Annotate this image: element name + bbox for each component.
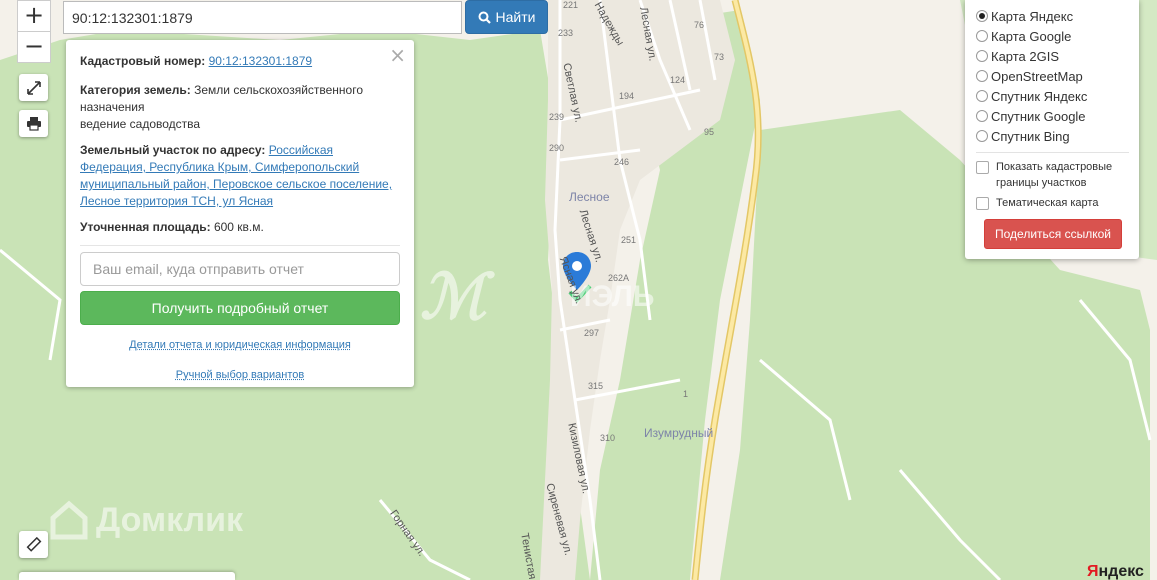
thematic-label: Тематическая карта (996, 195, 1098, 211)
close-icon[interactable]: × (389, 43, 406, 67)
yandex-logo-first: Я (1087, 563, 1099, 580)
thematic-map-checkbox[interactable]: Тематическая карта (976, 195, 1129, 211)
show-borders-label: Показать кадастровые границы участков (996, 159, 1129, 191)
bottom-bar-stub (19, 572, 235, 580)
layer-option[interactable]: Карта Google (976, 26, 1129, 46)
area-label: Уточненная площадь: (80, 220, 211, 234)
svg-text:ℳ: ℳ (420, 263, 495, 332)
parcel-info-panel: × Кадастровый номер: 90:12:132301:1879 К… (66, 40, 414, 387)
place-label-lesnoe: Лесное (569, 190, 610, 204)
radio-icon (976, 10, 988, 22)
house-number: 262А (608, 273, 629, 283)
search-button[interactable]: Найти (465, 0, 548, 34)
house-number: 76 (694, 20, 704, 30)
radio-icon (976, 130, 988, 142)
radio-icon (976, 90, 988, 102)
layer-option-label: Карта 2GIS (991, 49, 1059, 64)
cadastral-row: Кадастровый номер: 90:12:132301:1879 (80, 53, 400, 70)
print-button[interactable] (19, 110, 48, 137)
search-input[interactable]: 90:12:132301:1879 (63, 1, 462, 34)
expand-icon (27, 81, 41, 95)
zoom-in-button[interactable]: + (17, 0, 51, 32)
checkbox-icon (976, 161, 989, 174)
house-number: 310 (600, 433, 615, 443)
house-number: 233 (558, 28, 573, 38)
layer-option-label: Карта Google (991, 29, 1071, 44)
share-link-button[interactable]: Поделиться ссылкой (984, 219, 1122, 249)
house-logo-icon (50, 500, 88, 540)
address-label: Земельный участок по адресу: (80, 143, 265, 157)
cadastral-link[interactable]: 90:12:132301:1879 (209, 54, 312, 68)
house-number: 221 (563, 0, 578, 10)
radio-icon (976, 50, 988, 62)
printer-icon (26, 116, 42, 131)
fullscreen-button[interactable] (19, 74, 48, 101)
category-use: ведение садоводства (80, 117, 200, 131)
show-borders-checkbox[interactable]: Показать кадастровые границы участков (976, 159, 1129, 191)
ruler-button[interactable] (19, 531, 48, 558)
category-row: Категория земель: Земли сельскохозяйстве… (80, 82, 400, 133)
house-number: 239 (549, 112, 564, 122)
search-input-value: 90:12:132301:1879 (72, 10, 193, 26)
place-label-izumrudny: Изумрудный (644, 426, 713, 440)
search-icon (478, 11, 491, 24)
yandex-logo[interactable]: Яндекс (1087, 563, 1144, 580)
category-label: Категория земель: (80, 83, 191, 97)
area-value: 600 кв.м. (214, 220, 264, 234)
address-row: Земельный участок по адресу: Российская … (80, 142, 400, 210)
manual-select-link[interactable]: Ручной выбор вариантов (176, 369, 304, 381)
layer-option-label: Спутник Google (991, 109, 1086, 124)
cadastral-label: Кадастровый номер: (80, 54, 205, 68)
checkbox-icon (976, 197, 989, 210)
house-number: 290 (549, 143, 564, 153)
email-placeholder: Ваш email, куда отправить отчет (93, 261, 304, 277)
layer-option[interactable]: OpenStreetMap (976, 66, 1129, 86)
house-number: 1 (683, 389, 688, 399)
layer-switcher: Карта Яндекс Карта Google Карта 2GIS OpenSt… (965, 0, 1139, 259)
layer-option[interactable]: Карта Яндекс (976, 6, 1129, 26)
radio-icon (976, 70, 988, 82)
report-details-link[interactable]: Детали отчета и юридическая информация (129, 339, 351, 351)
domclick-watermark-text: Домклик (96, 501, 243, 540)
layer-option-label: Карта Яндекс (991, 9, 1073, 24)
house-number: 73 (714, 52, 724, 62)
house-number: 124 (670, 75, 685, 85)
layer-option[interactable]: Карта 2GIS (976, 46, 1129, 66)
radio-icon (976, 110, 988, 122)
layer-option[interactable]: Спутник Google (976, 106, 1129, 126)
layer-option-label: Спутник Bing (991, 129, 1070, 144)
get-report-button[interactable]: Получить подробный отчет (80, 291, 400, 325)
yandex-logo-rest: ндекс (1099, 563, 1144, 580)
house-number: 246 (614, 157, 629, 167)
layer-option-label: OpenStreetMap (991, 69, 1083, 84)
search-button-label: Найти (496, 9, 536, 25)
house-number: 251 (621, 235, 636, 245)
radio-icon (976, 30, 988, 42)
house-number: 315 (588, 381, 603, 391)
house-number: 194 (619, 91, 634, 101)
zoom-out-button[interactable]: − (17, 31, 51, 63)
domclick-watermark: Домклик (50, 500, 243, 540)
house-number: 297 (584, 328, 599, 338)
layer-option[interactable]: Спутник Яндекс (976, 86, 1129, 106)
ruler-icon (26, 537, 42, 553)
layer-option[interactable]: Спутник Bing (976, 126, 1129, 146)
house-number: 95 (704, 127, 714, 137)
layer-option-label: Спутник Яндекс (991, 89, 1087, 104)
area-row: Уточненная площадь: 600 кв.м. (80, 219, 400, 236)
email-field[interactable]: Ваш email, куда отправить отчет (80, 252, 400, 286)
